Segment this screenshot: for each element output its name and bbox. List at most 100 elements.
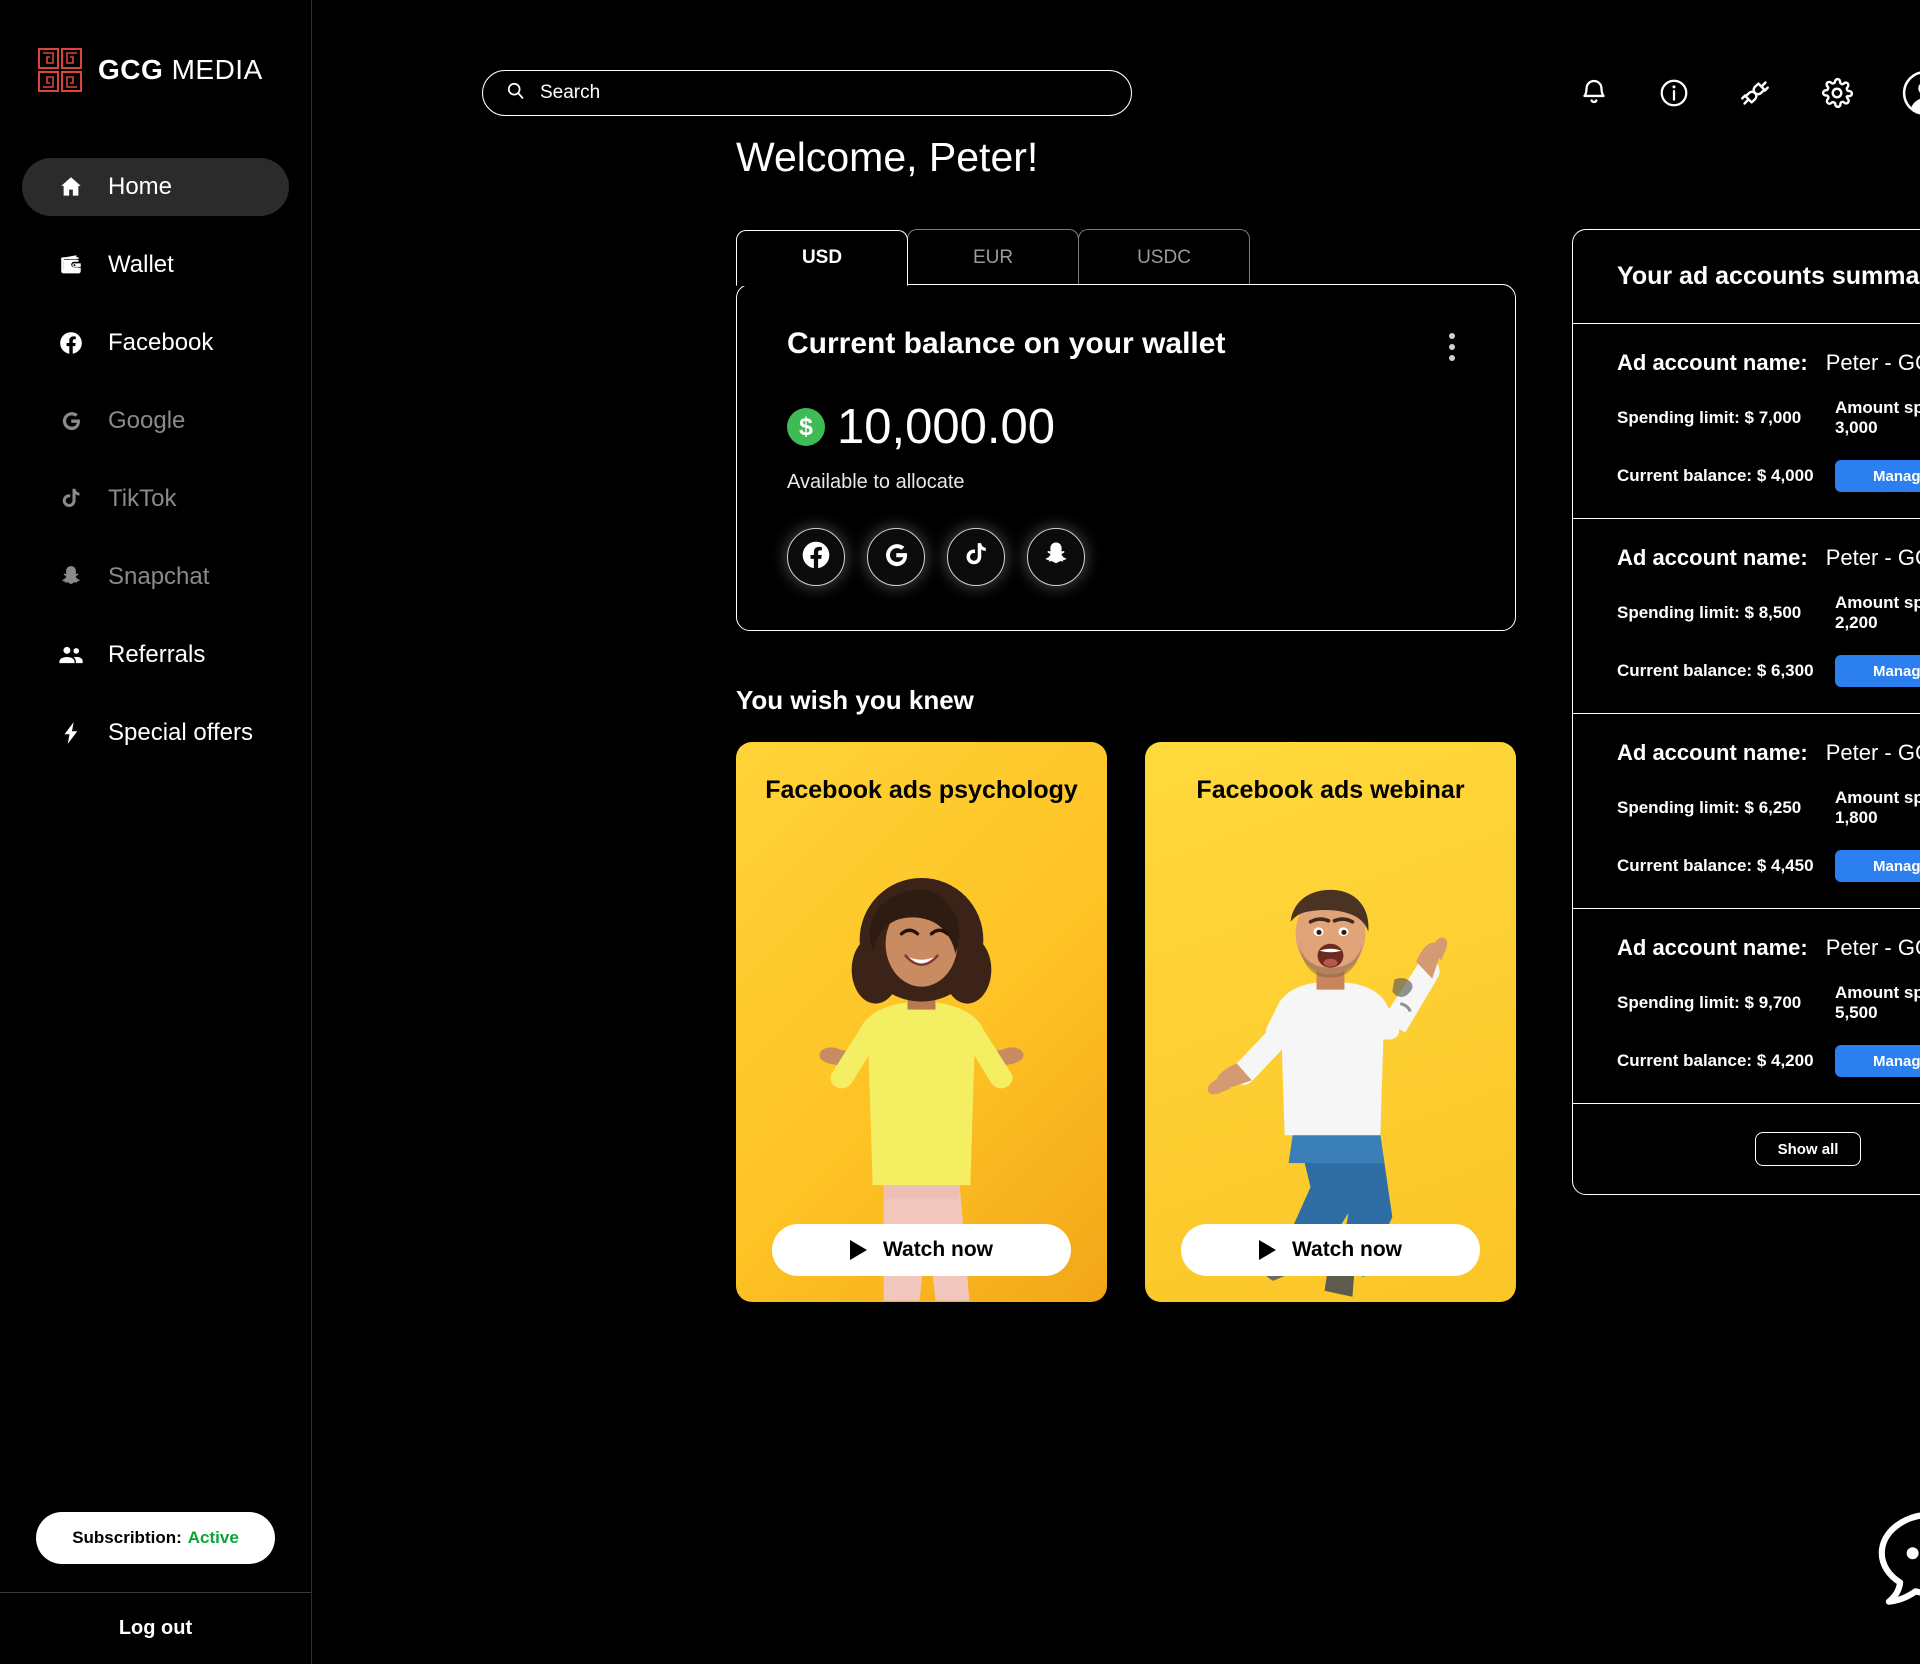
sidebar-item-google[interactable]: Google (22, 392, 289, 450)
brand-name: GCG MEDIA (98, 54, 263, 86)
left-column: USD EUR USDC Current balance on your wal… (736, 229, 1516, 1302)
more-options-icon[interactable] (1439, 327, 1465, 367)
spending-limit: Spending limit: $ 9,700 (1617, 993, 1835, 1013)
platform-tiktok-button[interactable] (947, 528, 1005, 586)
sidebar-item-label: Home (108, 173, 173, 200)
manage-button[interactable]: Manage (1835, 1045, 1920, 1077)
gcg-logo-icon (38, 48, 82, 92)
sidebar-item-home[interactable]: Home (22, 158, 289, 216)
amount-spent: Amount spent: $ 5,500 (1835, 983, 1920, 1023)
current-balance-value: $ 4,200 (1756, 1051, 1814, 1070)
sidebar-item-label: TikTok (108, 485, 177, 512)
sidebar-item-snapchat[interactable]: Snapchat (22, 548, 289, 606)
snapchat-icon (56, 562, 86, 592)
tab-label: EUR (972, 246, 1014, 268)
bell-icon[interactable] (1578, 77, 1610, 109)
search-box[interactable] (482, 70, 1132, 116)
ad-account-row: Ad account name: Peter - GCG #002 Spendi… (1573, 324, 1920, 519)
tab-eur[interactable]: EUR (907, 229, 1079, 285)
manage-button[interactable]: Manage (1835, 460, 1920, 492)
currency-tabs: USD EUR USDC (736, 229, 1516, 286)
play-icon (849, 1240, 867, 1260)
sidebar-item-label: Snapchat (108, 563, 210, 590)
snapchat-icon (1041, 540, 1071, 575)
facebook-icon (800, 539, 832, 576)
gear-icon[interactable] (1820, 76, 1854, 110)
ad-account-name-label: Ad account name: (1617, 350, 1808, 375)
chat-bubble-icon (1872, 1512, 1920, 1617)
spending-limit-value: $ 9,700 (1744, 993, 1802, 1012)
ad-account-balance-line: Current balance: $ 6,300 Manage (1617, 655, 1920, 687)
sidebar-item-facebook[interactable]: Facebook (22, 314, 289, 372)
current-balance: Current balance: $ 4,450 (1617, 856, 1835, 876)
amount-spent: Amount spent: $ 1,800 (1835, 788, 1920, 828)
balance-amount: 10,000.00 (837, 400, 1055, 454)
ad-account-balance-line: Current balance: $ 4,200 Manage (1617, 1045, 1920, 1077)
ad-account-row: Ad account name: Peter - GCG #004 Spendi… (1573, 714, 1920, 909)
sidebar-item-label: Wallet (108, 251, 174, 278)
wallet-icon (56, 250, 86, 280)
ad-account-name-value: Peter - GCG #002 (1825, 350, 1920, 375)
ad-account-name-row: Ad account name: Peter - GCG #002 (1617, 350, 1920, 376)
current-balance-value: $ 4,450 (1756, 856, 1814, 875)
bolt-icon (56, 718, 86, 748)
watch-now-button[interactable]: Watch now (1181, 1224, 1480, 1276)
amount-spent-label: Amount spent: (1835, 398, 1920, 417)
status-badge[interactable]: Subscribtion: Active (36, 1512, 275, 1564)
sidebar-item-tiktok[interactable]: TikTok (22, 470, 289, 528)
current-balance-label: Current balance: (1617, 661, 1753, 680)
spending-limit: Spending limit: $ 8,500 (1617, 603, 1835, 623)
current-balance-label: Current balance: (1617, 466, 1753, 485)
sidebar-item-wallet[interactable]: Wallet (22, 236, 289, 294)
subscription-area: Subscribtion: Active (0, 1512, 311, 1564)
ad-account-balance-line: Current balance: $ 4,450 Manage (1617, 850, 1920, 882)
current-balance-value: $ 6,300 (1756, 661, 1814, 680)
sidebar: GCG MEDIA Home Wallet Facebook Google Ti… (0, 0, 312, 1664)
search-input[interactable] (540, 82, 1109, 104)
video-card-psychology[interactable]: Facebook ads psychology Watch now (736, 742, 1107, 1302)
ad-account-name-value: Peter - GCG #005 (1825, 935, 1920, 960)
subscription-value: Active (187, 1528, 239, 1547)
platform-facebook-button[interactable] (787, 528, 845, 586)
logout-button[interactable]: Log out (0, 1592, 311, 1664)
brand-name-bold: GCG (98, 54, 164, 85)
app-root: GCG MEDIA Home Wallet Facebook Google Ti… (0, 0, 1920, 1664)
watch-now-button[interactable]: Watch now (772, 1224, 1071, 1276)
sidebar-item-label: Special offers (108, 719, 253, 746)
current-balance-label: Current balance: (1617, 1051, 1753, 1070)
summary-title: Your ad accounts summary (1573, 230, 1920, 324)
platform-snapchat-button[interactable] (1027, 528, 1085, 586)
ad-account-name-row: Ad account name: Peter - GCG #003 (1617, 545, 1920, 571)
brand-logo[interactable]: GCG MEDIA (0, 0, 311, 92)
info-icon[interactable] (1658, 77, 1690, 109)
ad-account-row: Ad account name: Peter - GCG #003 Spendi… (1573, 519, 1920, 714)
manage-button[interactable]: Manage (1835, 655, 1920, 687)
search-icon (505, 80, 526, 106)
facebook-icon (56, 328, 86, 358)
sidebar-item-special-offers[interactable]: Special offers (22, 704, 289, 762)
chat-button[interactable] (1872, 1505, 1920, 1618)
subscription-label: Subscribtion: (72, 1528, 182, 1547)
manage-button[interactable]: Manage (1835, 850, 1920, 882)
video-card-webinar[interactable]: Facebook ads webinar Watch now (1145, 742, 1516, 1302)
home-icon (56, 172, 86, 202)
google-icon (880, 539, 912, 576)
avatar-icon[interactable] (1902, 70, 1920, 116)
plug-icon[interactable] (1738, 76, 1772, 110)
people-icon (56, 640, 86, 670)
platform-shortcuts (787, 528, 1465, 586)
spending-limit-label: Spending limit: (1617, 993, 1740, 1012)
show-all-button[interactable]: Show all (1754, 1132, 1862, 1166)
dollar-icon: $ (787, 408, 825, 446)
ad-account-name-row: Ad account name: Peter - GCG #004 (1617, 740, 1920, 766)
watch-now-label: Watch now (882, 1238, 994, 1261)
ad-account-name-row: Ad account name: Peter - GCG #005 (1617, 935, 1920, 961)
play-icon (1258, 1240, 1276, 1260)
sidebar-item-referrals[interactable]: Referrals (22, 626, 289, 684)
platform-google-button[interactable] (867, 528, 925, 586)
tab-usdc[interactable]: USDC (1078, 229, 1250, 285)
tab-usd[interactable]: USD (736, 230, 908, 286)
content-area: USD EUR USDC Current balance on your wal… (312, 181, 1920, 1302)
summary-footer: Show all (1573, 1104, 1920, 1194)
ad-accounts-summary-panel: Your ad accounts summary Ad account name… (1572, 229, 1920, 1195)
